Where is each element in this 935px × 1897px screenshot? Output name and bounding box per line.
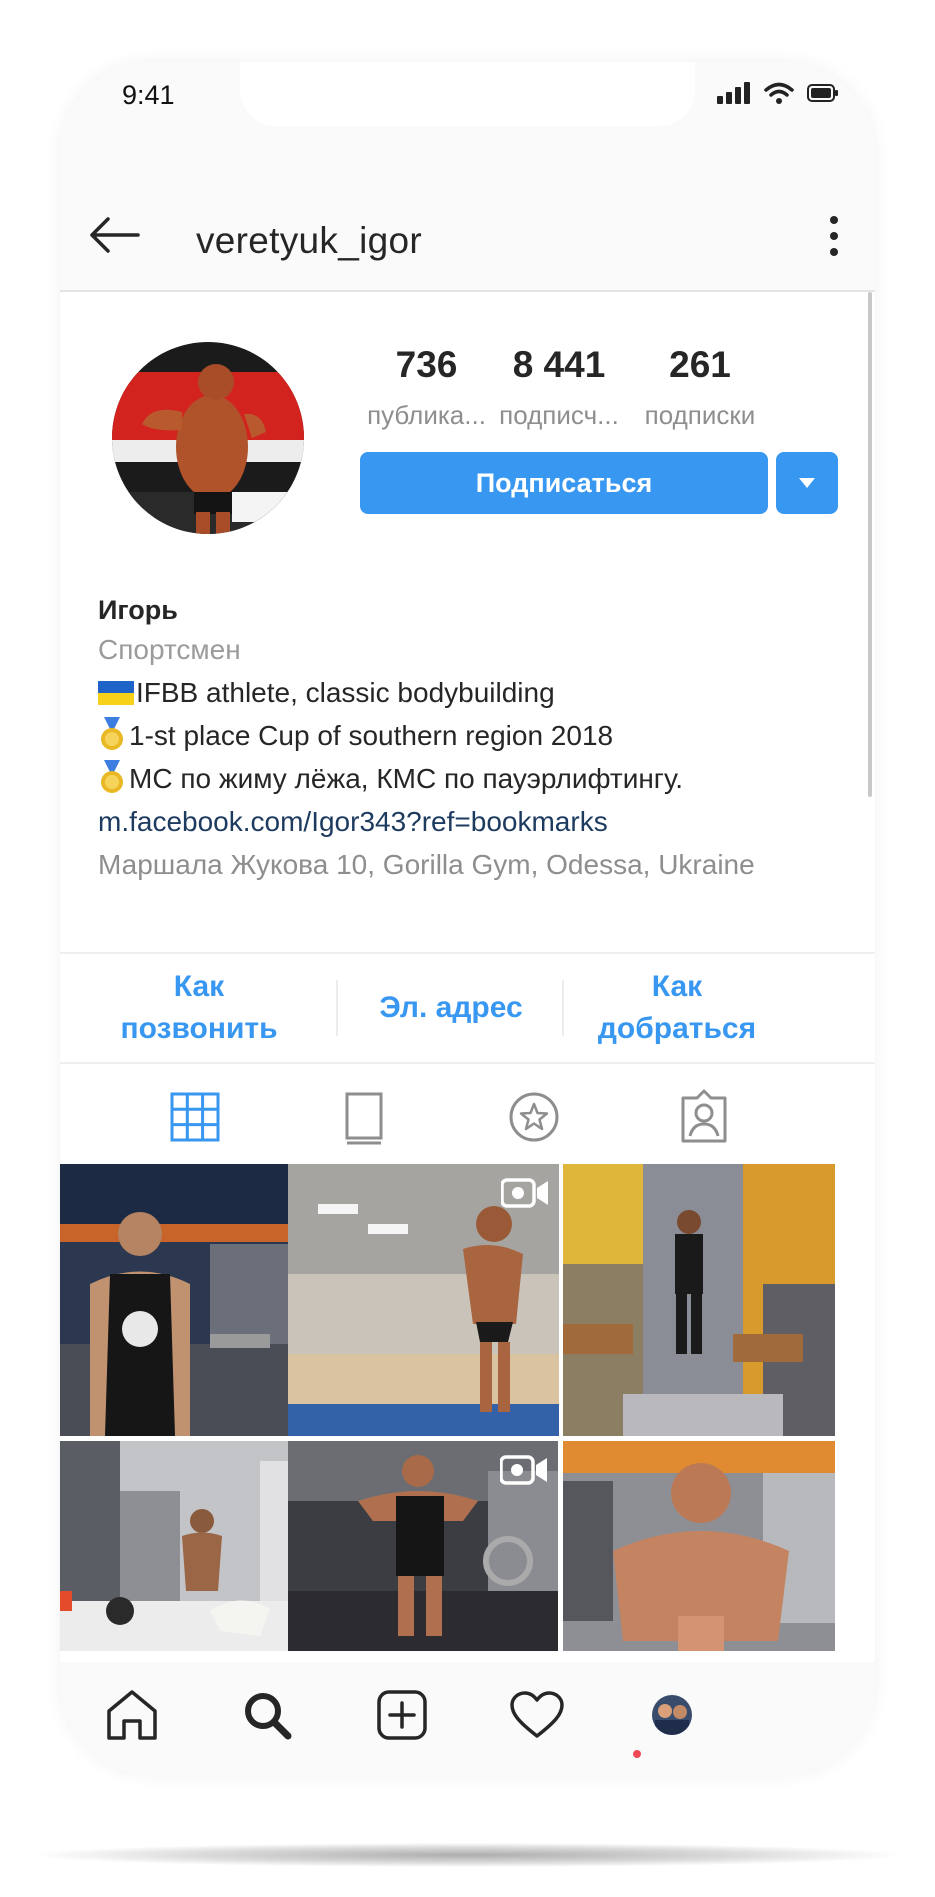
bio-line-2: 1-st place Cup of southern region 2018: [98, 714, 858, 757]
profile-avatar[interactable]: [112, 342, 304, 534]
followers-count: 8 441: [512, 344, 606, 385]
post-photo: [563, 1164, 835, 1436]
nav-activity[interactable]: [502, 1680, 572, 1750]
post-thumbnail[interactable]: [563, 1441, 835, 1651]
back-arrow-icon: [90, 217, 140, 253]
status-icons: [717, 82, 839, 104]
profile-avatar-icon: [652, 1695, 692, 1735]
profile-tabs: [60, 1066, 875, 1166]
cellular-signal-icon: [717, 82, 750, 104]
email-button[interactable]: Эл. адрес: [338, 954, 564, 1062]
suggested-dropdown-button[interactable]: [776, 452, 838, 514]
profile-category: Спортсмен: [98, 634, 241, 665]
directions-line-1: Как: [651, 970, 703, 1003]
posts-count: 736: [395, 344, 458, 385]
avatar-photo: [112, 342, 304, 534]
directions-line-2: добраться: [597, 1012, 757, 1045]
call-line-2: позвонить: [120, 1012, 278, 1045]
ukraine-flag-icon: [98, 681, 134, 705]
tab-tagged[interactable]: [673, 1086, 735, 1148]
profile-header: veretyuk_igor: [60, 180, 875, 292]
bio-line-3: МС по жиму лёжа, КМС по пауэрлифтингу.: [98, 757, 858, 800]
tab-saved-favorites[interactable]: [503, 1086, 565, 1148]
bio-line-1-text: IFBB athlete, classic bodybuilding: [136, 677, 555, 708]
grid-icon: [170, 1092, 220, 1142]
igtv-icon: [345, 1092, 383, 1145]
more-options-button[interactable]: [820, 212, 848, 260]
stat-posts[interactable]: 736 публика...: [360, 344, 493, 431]
post-thumbnail[interactable]: [563, 1164, 835, 1436]
call-line-1: Как: [173, 970, 225, 1003]
notification-dot: [633, 1750, 641, 1758]
home-icon: [107, 1690, 157, 1740]
post-thumbnail[interactable]: [288, 1441, 558, 1651]
bio-line-1: IFBB athlete, classic bodybuilding: [98, 671, 858, 714]
tagged-icon: [681, 1089, 727, 1143]
tab-igtv[interactable]: [333, 1086, 395, 1148]
phone-shadow: [40, 1843, 895, 1867]
bio-line-3-text: МС по жиму лёжа, КМС по пауэрлифтингу.: [129, 763, 683, 794]
video-camera-icon: [500, 1455, 547, 1485]
posts-label: публика...: [367, 400, 486, 430]
star-icon: [509, 1092, 559, 1142]
nav-search[interactable]: [232, 1680, 302, 1750]
profile-name: Игорь: [98, 595, 178, 625]
bottom-navigation: [60, 1662, 875, 1775]
video-camera-icon: [501, 1178, 548, 1208]
post-photo: [563, 1441, 835, 1651]
search-icon: [245, 1693, 292, 1740]
post-thumbnail[interactable]: [288, 1164, 559, 1436]
scrollbar[interactable]: [868, 292, 872, 797]
phone-frame: 9:41 veretyuk_igor 736 публика... 8 441 …: [60, 62, 875, 1775]
stat-followers[interactable]: 8 441 подписч...: [493, 344, 625, 431]
gold-medal-icon: [101, 760, 123, 793]
tab-grid[interactable]: [164, 1086, 226, 1148]
bio-line-2-text: 1-st place Cup of southern region 2018: [129, 720, 614, 751]
new-post-icon: [377, 1690, 427, 1740]
following-count: 261: [669, 344, 731, 385]
contact-buttons: Как позвонить Эл. адрес Как добраться: [60, 952, 875, 1064]
notch: [240, 62, 695, 126]
bio-link[interactable]: m.facebook.com/Igor343?ref=bookmarks: [98, 800, 858, 843]
battery-icon: [807, 84, 838, 102]
back-button[interactable]: [84, 210, 144, 260]
directions-button[interactable]: Как добраться: [564, 954, 790, 1062]
activity-heart-icon: [510, 1691, 564, 1738]
follow-button[interactable]: Подписаться: [360, 452, 768, 514]
following-label: подписки: [644, 400, 756, 430]
more-vertical-icon: [830, 216, 838, 256]
nav-home[interactable]: [97, 1680, 167, 1750]
status-time: 9:41: [122, 80, 175, 110]
call-button[interactable]: Как позвонить: [74, 954, 324, 1062]
header-username: veretyuk_igor: [196, 220, 423, 261]
wifi-icon: [764, 82, 794, 104]
profile-content[interactable]: 736 публика... 8 441 подписч... 261 подп…: [60, 292, 875, 1662]
stat-following[interactable]: 261 подписки: [630, 344, 770, 431]
followers-label: подписч...: [499, 400, 619, 430]
email-label: Эл. адрес: [379, 991, 523, 1024]
nav-new-post[interactable]: [367, 1680, 437, 1750]
caret-down-icon: [799, 478, 815, 488]
nav-profile[interactable]: [637, 1680, 707, 1750]
gold-medal-icon: [101, 717, 123, 750]
profile-bio: Игорь Спортсмен IFBB athlete, classic bo…: [98, 592, 858, 886]
bio-address[interactable]: Маршала Жукова 10, Gorilla Gym, Odessa, …: [98, 843, 858, 886]
